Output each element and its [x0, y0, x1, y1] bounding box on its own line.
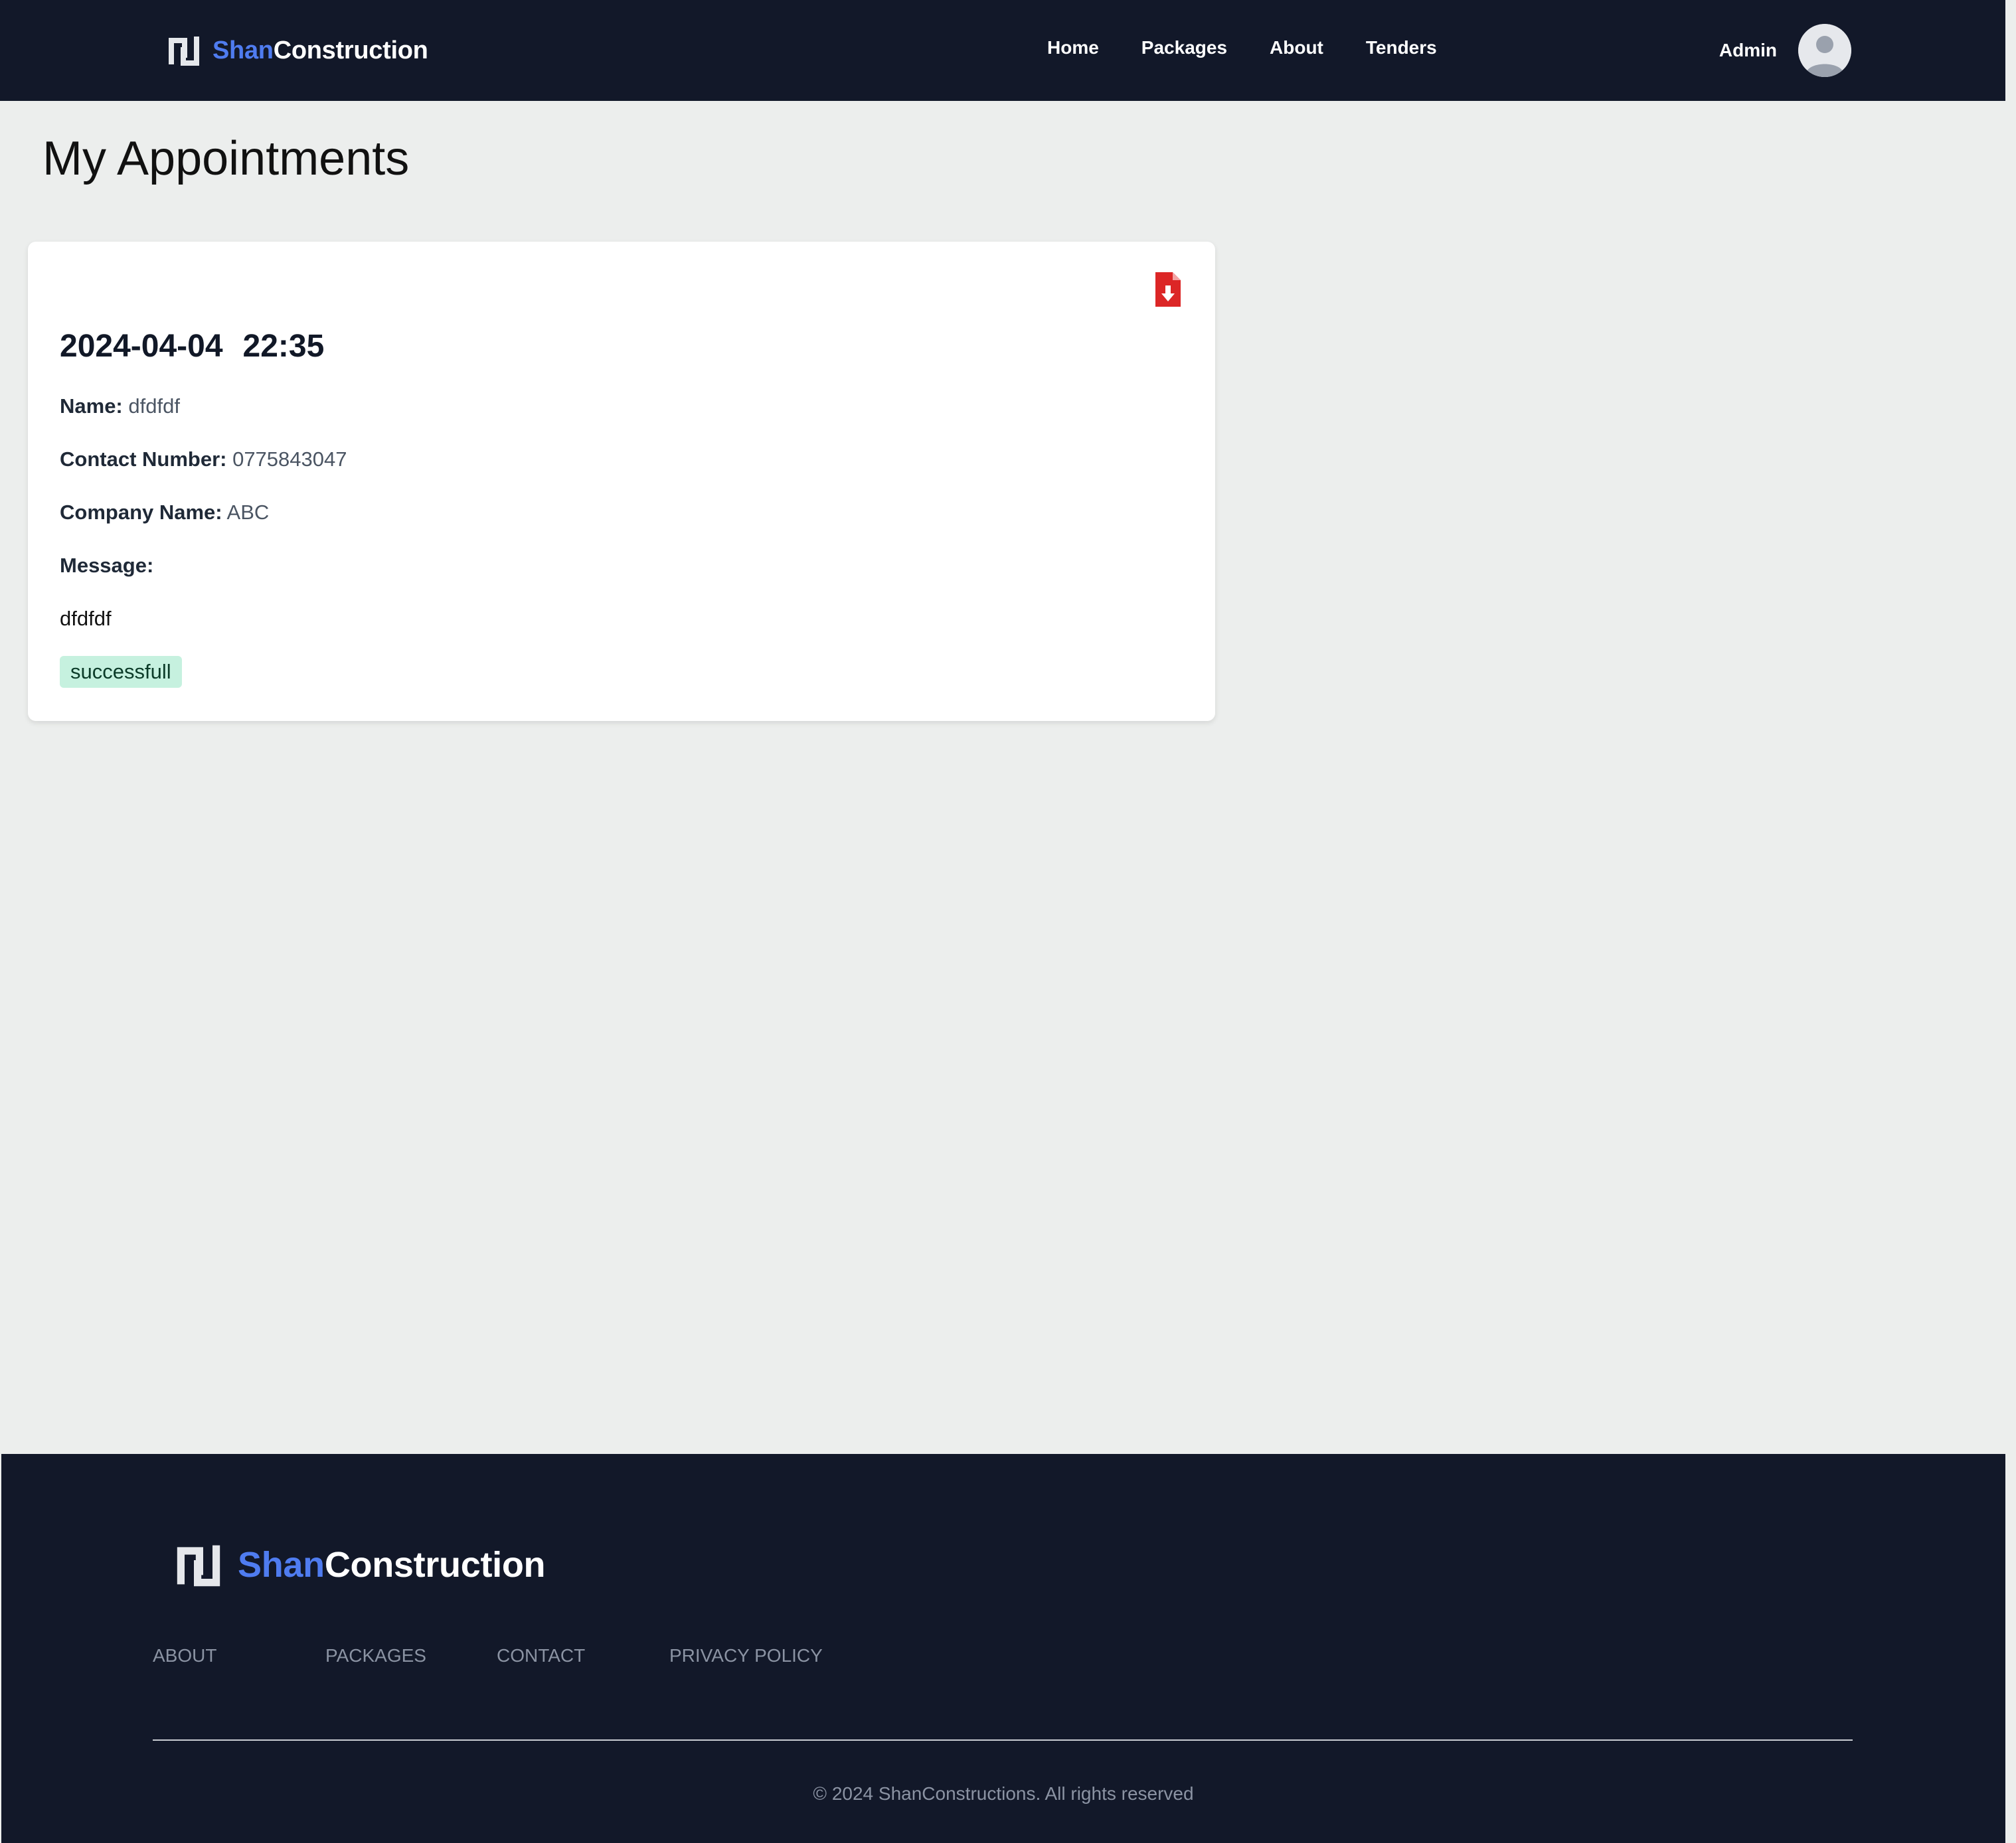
user-name: Admin: [1719, 40, 1777, 60]
copyright-text: © 2024 ShanConstructions. All rights res…: [813, 1783, 1194, 1804]
footer-brand-logo[interactable]: ShanConstruction: [175, 1542, 546, 1588]
logo-icon: [175, 1542, 222, 1588]
contact-label: Contact Number:: [60, 447, 227, 471]
appointment-datetime: 2024-04-04 22:35: [60, 328, 324, 364]
logo-icon: [167, 34, 201, 67]
top-navbar: ShanConstruction Home Packages About Ten…: [0, 0, 2005, 101]
appointment-card: 2024-04-04 22:35 Name: dfdfdf Contact Nu…: [28, 242, 1215, 721]
footer-brand-name: ShanConstruction: [238, 1544, 546, 1585]
footer-link-packages[interactable]: PACKAGES: [325, 1645, 426, 1666]
appointment-time: 22:35: [242, 329, 325, 364]
download-pdf-button[interactable]: [1155, 272, 1181, 307]
brand-logo-link[interactable]: ShanConstruction: [167, 33, 428, 68]
company-label: Company Name:: [60, 501, 222, 524]
footer-links: ABOUT PACKAGES CONTACT PRIVACY POLICY: [1, 1645, 2005, 1672]
company-row: Company Name: ABC: [60, 501, 269, 524]
brand-name: ShanConstruction: [212, 37, 428, 65]
main-nav: Home Packages About Tenders: [1047, 37, 1479, 58]
footer-link-contact[interactable]: CONTACT: [497, 1645, 585, 1666]
brand-name-rest: Construction: [273, 36, 428, 64]
footer-brand-accent: Shan: [238, 1545, 325, 1585]
message-row: Message:: [60, 554, 153, 578]
appointment-date: 2024-04-04: [60, 329, 223, 364]
company-value: ABC: [226, 501, 270, 524]
nav-tenders-link[interactable]: Tenders: [1366, 37, 1437, 58]
contact-row: Contact Number: 0775843047: [60, 447, 347, 471]
nav-packages-link[interactable]: Packages: [1141, 37, 1227, 58]
footer-brand-rest: Construction: [324, 1545, 546, 1585]
status-badge: successfull: [60, 656, 182, 688]
message-text: dfdfdf: [60, 607, 112, 630]
nav-about-link[interactable]: About: [1270, 37, 1323, 58]
footer-divider: [153, 1739, 1853, 1741]
file-download-icon: [1155, 272, 1181, 307]
brand-name-accent: Shan: [212, 36, 274, 64]
page-title: My Appointments: [42, 132, 410, 185]
contact-value: 0775843047: [232, 447, 347, 471]
name-row: Name: dfdfdf: [60, 394, 180, 418]
footer-link-privacy-policy[interactable]: PRIVACY POLICY: [669, 1645, 823, 1666]
footer: ShanConstruction ABOUT PACKAGES CONTACT …: [1, 1454, 2005, 1843]
message-label: Message:: [60, 554, 154, 577]
avatar[interactable]: [1798, 24, 1851, 77]
user-menu[interactable]: Admin: [1719, 24, 1851, 77]
footer-link-about[interactable]: ABOUT: [153, 1645, 216, 1666]
name-label: Name:: [60, 394, 123, 418]
nav-home-link[interactable]: Home: [1047, 37, 1099, 58]
name-value: dfdfdf: [128, 394, 180, 418]
